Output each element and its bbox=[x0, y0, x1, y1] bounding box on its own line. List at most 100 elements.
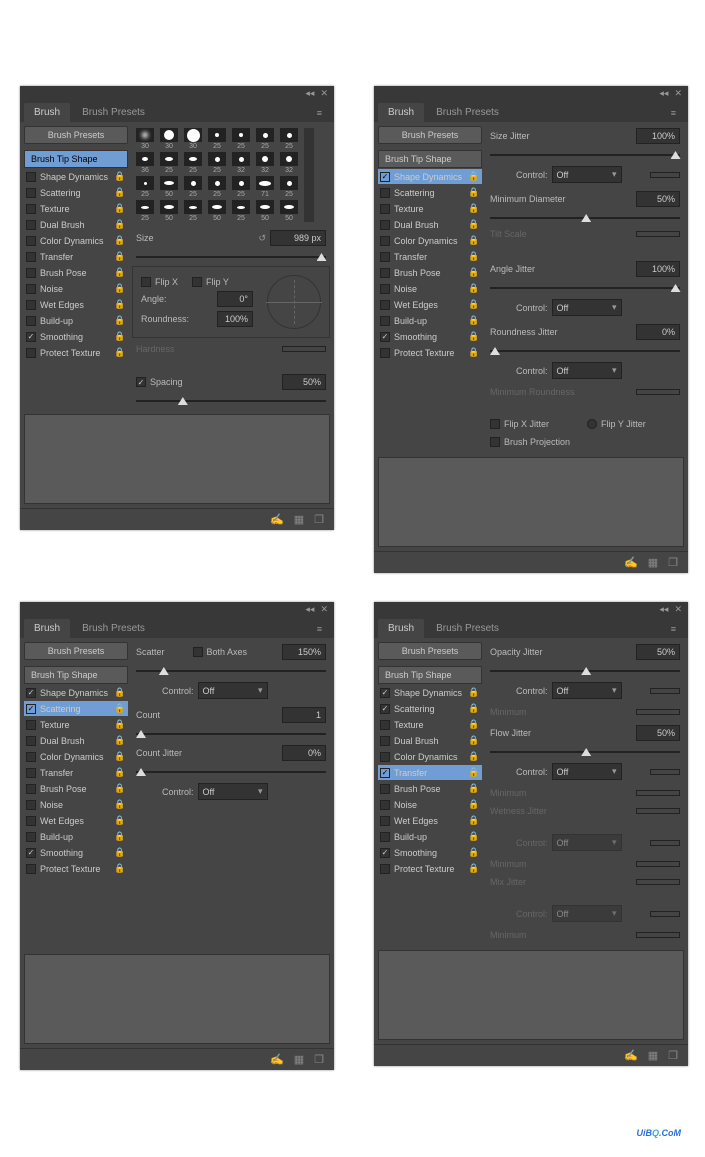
checkbox[interactable] bbox=[380, 736, 390, 746]
checkbox[interactable] bbox=[26, 332, 36, 342]
pen-pressure-icon[interactable]: ✍ bbox=[624, 1049, 638, 1062]
lock-icon[interactable]: 🔒 bbox=[468, 187, 480, 198]
checkbox[interactable] bbox=[26, 720, 36, 730]
opt-brush-pose[interactable]: Brush Pose🔒 bbox=[378, 265, 482, 280]
lock-icon[interactable]: 🔒 bbox=[468, 847, 480, 858]
opt-noise[interactable]: Noise🔒 bbox=[378, 281, 482, 296]
lock-icon[interactable]: 🔒 bbox=[468, 767, 480, 778]
flipy-checkbox[interactable] bbox=[192, 277, 202, 287]
tab-brush-presets[interactable]: Brush Presets bbox=[72, 103, 155, 122]
opt-texture[interactable]: Texture🔒 bbox=[378, 717, 482, 732]
checkbox[interactable] bbox=[26, 864, 36, 874]
checkbox[interactable] bbox=[26, 348, 36, 358]
opt-transfer[interactable]: Transfer🔒 bbox=[378, 249, 482, 264]
lock-icon[interactable]: 🔒 bbox=[114, 203, 126, 214]
roundness-jitter-slider[interactable] bbox=[490, 348, 680, 354]
checkbox[interactable] bbox=[380, 236, 390, 246]
lock-icon[interactable]: 🔒 bbox=[468, 799, 480, 810]
lock-icon[interactable]: 🔒 bbox=[468, 703, 480, 714]
opt-build-up[interactable]: Build-up🔒 bbox=[24, 829, 128, 844]
checkbox[interactable] bbox=[26, 300, 36, 310]
opt-build-up[interactable]: Build-up🔒 bbox=[378, 829, 482, 844]
checkbox[interactable] bbox=[380, 284, 390, 294]
panel-menu-icon[interactable]: ≡ bbox=[667, 104, 680, 122]
lock-icon[interactable]: 🔒 bbox=[114, 815, 126, 826]
flipy-jitter-radio[interactable] bbox=[587, 419, 597, 429]
opt-dual-brush[interactable]: Dual Brush🔒 bbox=[24, 733, 128, 748]
brush-tip-shape-header[interactable]: Brush Tip Shape bbox=[378, 666, 482, 684]
flipx-jitter-checkbox[interactable] bbox=[490, 419, 500, 429]
opt-smoothing[interactable]: Smoothing🔒 bbox=[24, 845, 128, 860]
angle-jitter-slider[interactable] bbox=[490, 285, 680, 291]
tab-brush-presets[interactable]: Brush Presets bbox=[426, 619, 509, 638]
checkbox[interactable] bbox=[26, 768, 36, 778]
angle-input[interactable]: 0° bbox=[217, 291, 253, 307]
tab-brush[interactable]: Brush bbox=[378, 103, 424, 122]
checkbox[interactable] bbox=[380, 300, 390, 310]
panel-menu-icon[interactable]: ≡ bbox=[313, 620, 326, 638]
lock-icon[interactable]: 🔒 bbox=[114, 331, 126, 342]
scatter-control-select[interactable]: Off bbox=[198, 682, 268, 699]
tab-brush[interactable]: Brush bbox=[24, 103, 70, 122]
checkbox[interactable] bbox=[380, 864, 390, 874]
collapse-icon[interactable]: ◂◂ bbox=[659, 604, 668, 615]
scatter-slider[interactable] bbox=[136, 668, 326, 674]
opt-noise[interactable]: Noise🔒 bbox=[378, 797, 482, 812]
brush-presets-button[interactable]: Brush Presets bbox=[24, 126, 128, 144]
flow-control-select[interactable]: Off bbox=[552, 763, 622, 780]
lock-icon[interactable]: 🔒 bbox=[114, 703, 126, 714]
lock-icon[interactable]: 🔒 bbox=[468, 299, 480, 310]
opt-smoothing[interactable]: Smoothing🔒 bbox=[378, 845, 482, 860]
count-jitter-slider[interactable] bbox=[136, 769, 326, 775]
opt-shape-dynamics[interactable]: Shape Dynamics🔒 bbox=[378, 685, 482, 700]
lock-icon[interactable]: 🔒 bbox=[114, 267, 126, 278]
lock-icon[interactable]: 🔒 bbox=[468, 815, 480, 826]
lock-icon[interactable]: 🔒 bbox=[468, 315, 480, 326]
brush-tip-shape-header[interactable]: Brush Tip Shape bbox=[378, 150, 482, 168]
checkbox[interactable] bbox=[380, 220, 390, 230]
brush-presets-button[interactable]: Brush Presets bbox=[378, 642, 482, 660]
roundness-jitter-input[interactable]: 0% bbox=[636, 324, 680, 340]
opt-noise[interactable]: Noise🔒 bbox=[24, 797, 128, 812]
checkbox[interactable] bbox=[26, 268, 36, 278]
collapse-icon[interactable]: ◂◂ bbox=[659, 88, 668, 99]
size-jitter-input[interactable]: 100% bbox=[636, 128, 680, 144]
opt-transfer[interactable]: Transfer🔒 bbox=[378, 765, 482, 780]
both-axes-checkbox[interactable] bbox=[193, 647, 203, 657]
lock-icon[interactable]: 🔒 bbox=[468, 863, 480, 874]
opt-wet-edges[interactable]: Wet Edges🔒 bbox=[24, 297, 128, 312]
checkbox[interactable] bbox=[26, 188, 36, 198]
angle-control-select[interactable]: Off bbox=[552, 299, 622, 316]
lock-icon[interactable]: 🔒 bbox=[114, 767, 126, 778]
flipx-checkbox[interactable] bbox=[141, 277, 151, 287]
size-jitter-slider[interactable] bbox=[490, 152, 680, 158]
lock-icon[interactable]: 🔒 bbox=[468, 203, 480, 214]
lock-icon[interactable]: 🔒 bbox=[114, 347, 126, 358]
opt-shape-dynamics[interactable]: Shape Dynamics🔒 bbox=[378, 169, 482, 184]
opacity-control-select[interactable]: Off bbox=[552, 682, 622, 699]
opt-protect-texture[interactable]: Protect Texture🔒 bbox=[24, 345, 128, 360]
opt-color-dynamics[interactable]: Color Dynamics🔒 bbox=[378, 749, 482, 764]
flow-jitter-input[interactable]: 50% bbox=[636, 725, 680, 741]
tab-brush[interactable]: Brush bbox=[24, 619, 70, 638]
checkbox[interactable] bbox=[26, 252, 36, 262]
opt-dual-brush[interactable]: Dual Brush🔒 bbox=[378, 217, 482, 232]
count-slider[interactable] bbox=[136, 731, 326, 737]
spacing-input[interactable]: 50% bbox=[282, 374, 326, 390]
roundness-input[interactable]: 100% bbox=[217, 311, 253, 327]
new-preset-icon[interactable]: ❐ bbox=[668, 1049, 678, 1062]
min-diameter-slider[interactable] bbox=[490, 215, 680, 221]
reset-size-icon[interactable]: ↺ bbox=[258, 233, 266, 244]
lock-icon[interactable]: 🔒 bbox=[468, 783, 480, 794]
checkbox[interactable] bbox=[380, 172, 390, 182]
min-diameter-input[interactable]: 50% bbox=[636, 191, 680, 207]
checkbox[interactable] bbox=[380, 816, 390, 826]
checkbox[interactable] bbox=[380, 688, 390, 698]
grid-icon[interactable]: ▦ bbox=[294, 1053, 304, 1066]
opt-protect-texture[interactable]: Protect Texture🔒 bbox=[378, 861, 482, 876]
lock-icon[interactable]: 🔒 bbox=[468, 735, 480, 746]
opt-brush-pose[interactable]: Brush Pose🔒 bbox=[378, 781, 482, 796]
panel-menu-icon[interactable]: ≡ bbox=[667, 620, 680, 638]
opt-wet-edges[interactable]: Wet Edges🔒 bbox=[378, 297, 482, 312]
opt-scattering[interactable]: Scattering🔒 bbox=[24, 701, 128, 716]
